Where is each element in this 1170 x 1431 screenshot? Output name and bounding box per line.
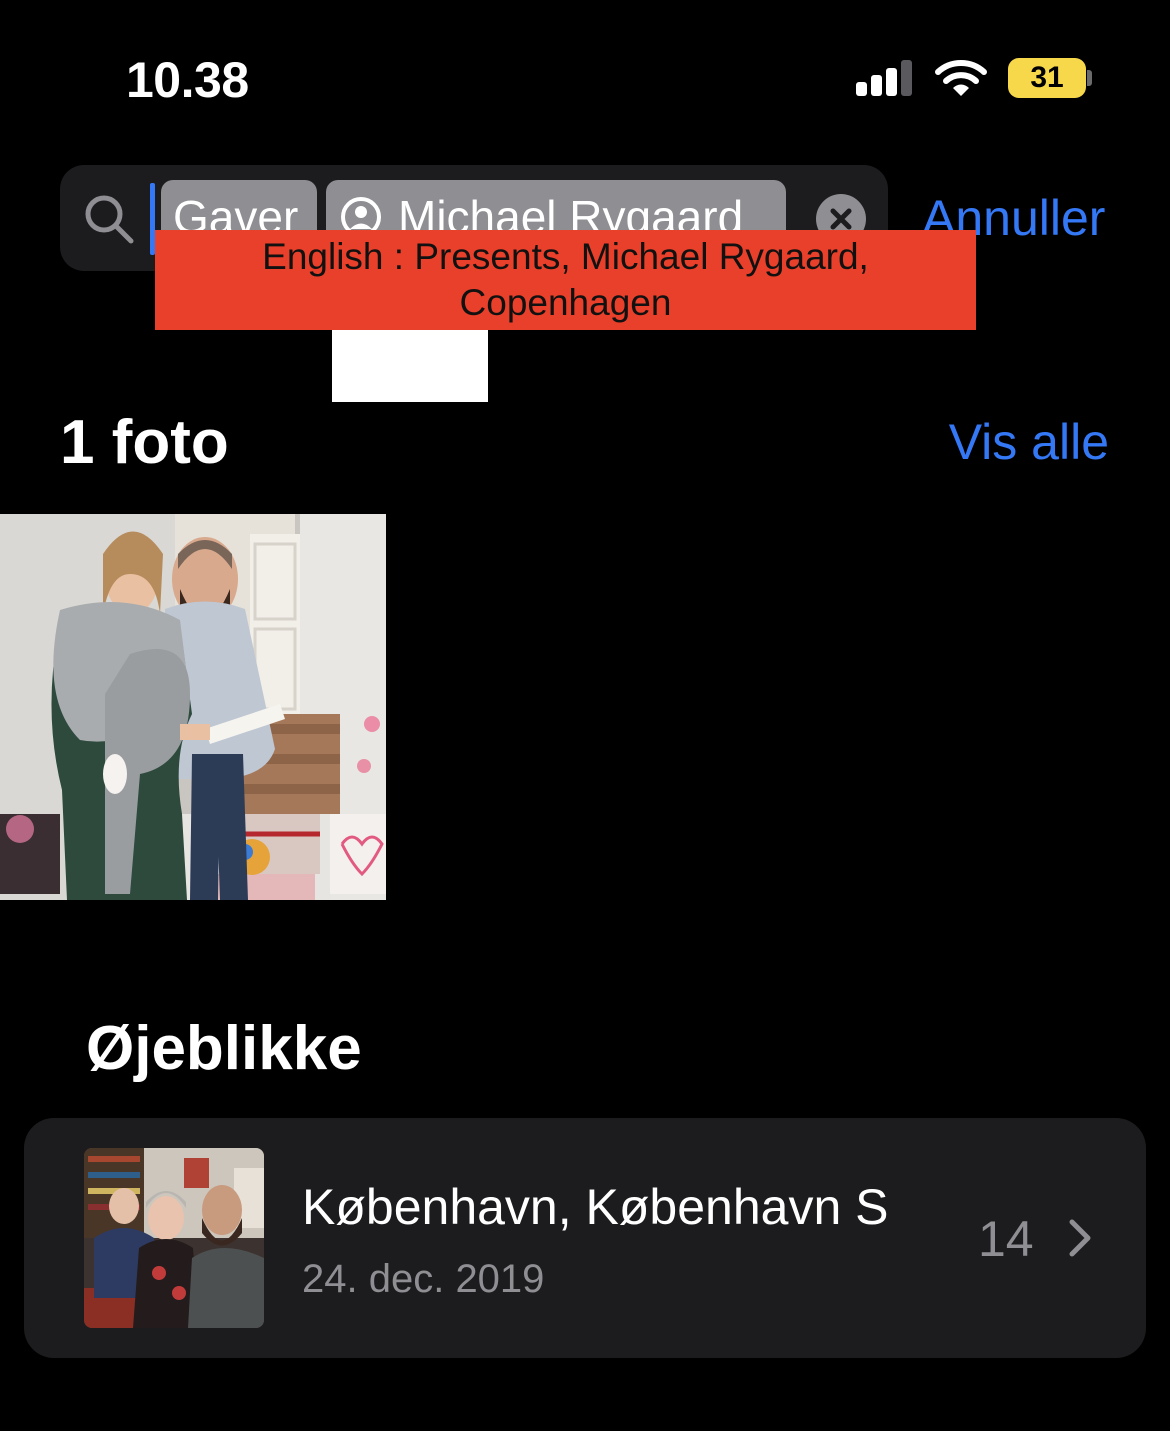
search-icon (85, 195, 134, 244)
moment-date: 24. dec. 2019 (302, 1257, 545, 1301)
status-time: 10.38 (126, 52, 249, 108)
photo-thumbnail[interactable] (0, 514, 386, 900)
moments-title: Øjeblikke (86, 1014, 362, 1083)
moment-photo-count: 14 (978, 1211, 1034, 1267)
moment-thumbnail (84, 1148, 264, 1328)
photos-count-title: 1 foto (60, 408, 229, 477)
battery-nub (1087, 70, 1092, 86)
cellular-signal-icon (856, 60, 914, 96)
translation-banner: English : Presents, Michael Rygaard, Cop… (155, 230, 976, 330)
moment-location: København, København S (302, 1179, 889, 1235)
battery-indicator: 31 (1008, 58, 1086, 98)
wifi-icon (935, 60, 987, 96)
chevron-right-icon (1069, 1219, 1091, 1257)
see-all-button[interactable]: Vis alle (949, 412, 1109, 472)
redaction-patch (332, 330, 488, 402)
